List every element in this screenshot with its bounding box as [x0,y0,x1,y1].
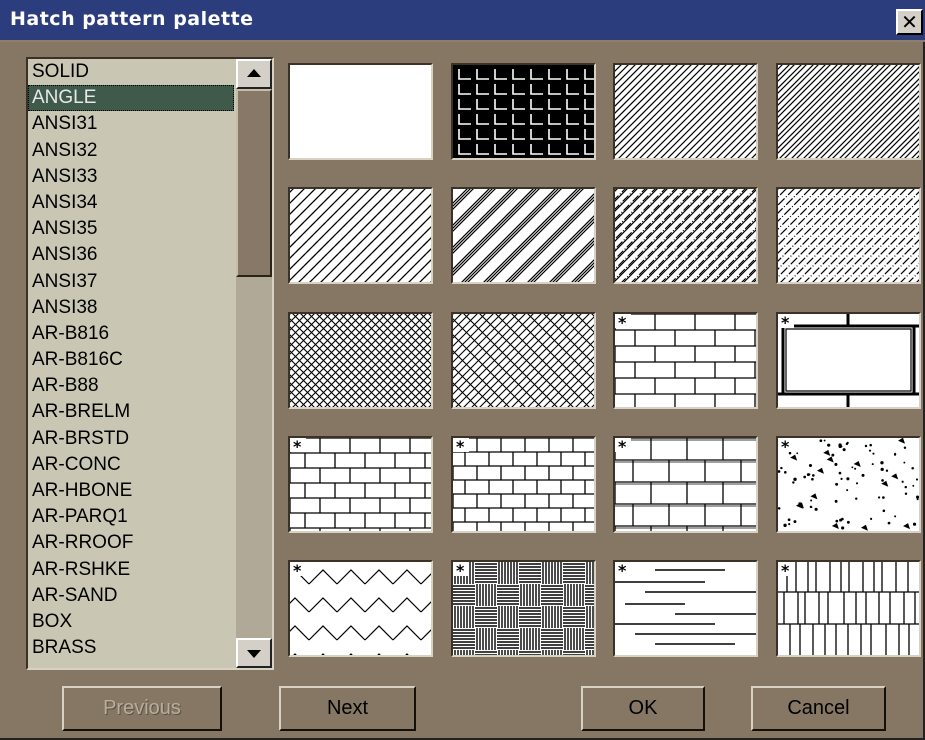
pattern-swatch-ar-rshke[interactable]: * [776,560,921,657]
pattern-list-item[interactable]: AR-BRSTD [28,426,234,452]
pattern-list-item[interactable]: BRASS [28,635,234,661]
pattern-swatch-angle[interactable] [451,63,596,160]
pattern-list-item[interactable]: AR-B816 [28,321,234,347]
pattern-swatch-ar-conc[interactable]: * [776,436,921,533]
pattern-list-item[interactable]: AR-RROOF [28,530,234,556]
next-button-label: Next [326,697,369,719]
scroll-up-button[interactable] [236,59,272,89]
pattern-list-item[interactable]: AR-PARQ1 [28,504,234,530]
list-scrollbar[interactable] [236,59,272,668]
pattern-swatch-ar-hbone[interactable]: * [288,560,433,657]
svg-text:*: * [781,438,790,456]
pattern-swatch-ansi31[interactable] [613,63,758,160]
pattern-swatch-ansi37[interactable] [288,312,433,409]
pattern-list-item[interactable]: AR-B816C [28,347,234,373]
pattern-swatch-solid[interactable] [288,63,433,160]
pattern-list-item[interactable]: ANSI35 [28,216,234,242]
svg-text:*: * [293,562,302,580]
pattern-list-item[interactable]: ANSI37 [28,269,234,295]
arrow-down-icon [247,650,261,658]
svg-text:*: * [618,562,627,580]
pattern-swatch-ar-b816[interactable]: * [613,312,758,409]
pattern-list-item[interactable]: AR-CONC [28,452,234,478]
pattern-swatch-ansi32[interactable] [776,63,921,160]
dialog-title: Hatch pattern palette [10,8,254,30]
svg-text:*: * [618,438,627,456]
pattern-swatch-ar-b816c[interactable]: * [776,312,921,409]
pattern-swatch-ansi36[interactable] [776,187,921,284]
pattern-swatch-ansi33[interactable] [288,187,433,284]
pattern-listbox[interactable]: SOLID ANGLE ANSI31 ANSI32 ANSI33 ANSI34 ANSI35… [26,57,274,670]
pattern-swatch-ansi35[interactable] [613,187,758,284]
pattern-swatch-ar-b88[interactable]: * [288,436,433,533]
pattern-list-item[interactable]: ANSI32 [28,138,234,164]
svg-text:*: * [781,314,790,332]
previous-button-label: Previous [103,697,181,719]
pattern-swatch-ar-parq1[interactable]: * [451,560,596,657]
pattern-list-item[interactable]: SOLID [28,59,234,85]
scroll-thumb[interactable] [236,89,272,277]
pattern-list-item[interactable]: AR-RSHKE [28,557,234,583]
scroll-down-button[interactable] [236,638,272,668]
pattern-swatch-ar-brelm[interactable]: * [451,436,596,533]
pattern-list[interactable]: SOLID ANGLE ANSI31 ANSI32 ANSI33 ANSI34 ANSI35… [28,59,234,668]
ok-button[interactable]: OK [581,686,705,731]
cancel-button-label: Cancel [787,697,850,719]
svg-text:*: * [456,562,465,580]
pattern-list-item[interactable]: ANSI34 [28,190,234,216]
pattern-list-item[interactable]: AR-BRELM [28,399,234,425]
ok-button-label: OK [628,697,658,719]
arrow-up-icon [247,69,261,77]
svg-text:*: * [618,314,627,332]
pattern-list-item[interactable]: AR-B88 [28,373,234,399]
svg-text:*: * [293,438,302,456]
close-button[interactable]: ✕ [896,9,923,35]
pattern-list-item[interactable]: AR-HBONE [28,478,234,504]
hatch-pattern-dialog: Hatch pattern palette ✕ SOLID ANGLE ANSI31… [0,0,925,740]
pattern-list-item[interactable]: BOX [28,609,234,635]
pattern-list-item[interactable]: ANSI36 [28,242,234,268]
svg-text:*: * [781,562,790,580]
pattern-list-item[interactable]: AR-SAND [28,583,234,609]
close-icon: ✕ [901,10,918,34]
pattern-list-item[interactable]: ANGLE [28,85,234,112]
pattern-swatch-ar-brstd[interactable]: * [613,436,758,533]
title-bar[interactable]: Hatch pattern palette ✕ [0,0,925,42]
cancel-button[interactable]: Cancel [751,686,886,731]
previous-button[interactable]: Previous [62,686,222,731]
svg-text:*: * [456,438,465,456]
pattern-list-item[interactable]: ANSI31 [28,111,234,137]
pattern-swatch-ansi38[interactable] [451,312,596,409]
pattern-list-item[interactable]: ANSI33 [28,164,234,190]
next-button[interactable]: Next [279,686,416,731]
pattern-swatch-ansi34[interactable] [451,187,596,284]
pattern-swatch-ar-rroof[interactable]: * [613,560,758,657]
pattern-list-item[interactable]: ANSI38 [28,295,234,321]
